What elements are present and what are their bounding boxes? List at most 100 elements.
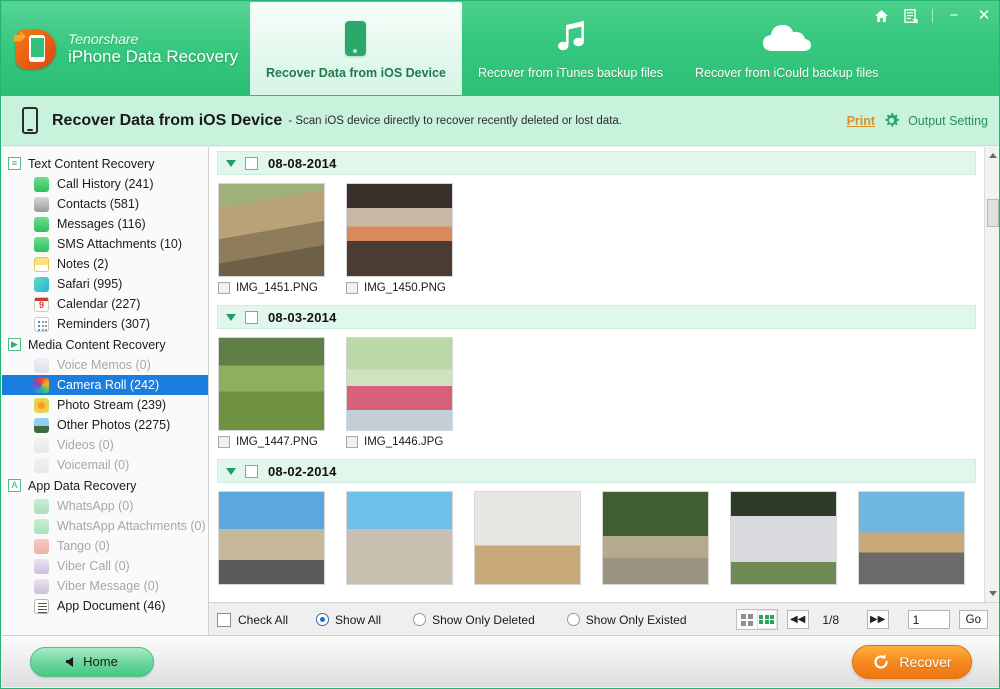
thumbnail-item[interactable]	[602, 491, 709, 585]
gear-icon[interactable]	[883, 112, 900, 129]
thumbnail-item[interactable]	[730, 491, 837, 585]
group-checkbox[interactable]	[245, 310, 258, 324]
sidebar-item-app-document[interactable]: App Document (46)	[2, 596, 208, 616]
thumbnail-image-box[interactable]	[730, 491, 837, 585]
first-page-button[interactable]: ◀◀	[786, 610, 809, 629]
radio-show-all[interactable]: Show All	[316, 613, 381, 627]
list-view-button[interactable]	[737, 610, 757, 629]
sidebar-item-sms-attachments[interactable]: SMS Attachments (10)	[2, 234, 208, 254]
home-icon[interactable]	[872, 7, 890, 25]
date-group-header[interactable]: 08-08-2014	[217, 151, 976, 175]
sidebar-item-label: Photo Stream (239)	[57, 398, 167, 412]
thumbnail-checkbox[interactable]	[346, 436, 358, 448]
thumbnail-item[interactable]: IMG_1447.PNG	[218, 337, 325, 448]
radio-icon[interactable]	[316, 613, 330, 626]
thumbnail-item[interactable]: IMG_1451.PNG	[218, 183, 325, 294]
next-icon: ▶▶	[869, 614, 886, 625]
go-button[interactable]: Go	[958, 610, 988, 629]
group-date-label: 08-03-2014	[268, 309, 337, 325]
date-group-header[interactable]: 08-03-2014	[217, 305, 976, 329]
last-page-button[interactable]: ▶▶	[866, 610, 889, 629]
print-link[interactable]: Print	[847, 114, 875, 128]
scroll-down-button[interactable]	[985, 585, 999, 602]
thumbnail-image-box[interactable]	[218, 337, 325, 431]
minimize-button[interactable]: −	[945, 7, 963, 25]
sidebar-item-label: Call History (241)	[57, 177, 154, 191]
tab-recover-from-itunes-backup[interactable]: Recover from iTunes backup files	[462, 2, 679, 95]
sidebar-item-notes[interactable]: Notes (2)	[2, 254, 208, 274]
sidebar-item-photo-stream[interactable]: Photo Stream (239)	[2, 395, 208, 415]
radio-show-only-existed[interactable]: Show Only Existed	[566, 613, 687, 627]
check-all-checkbox[interactable]	[217, 612, 231, 627]
thumbnail-checkbox[interactable]	[218, 282, 230, 294]
thumbnail-item[interactable]	[346, 491, 453, 585]
calendar-icon	[34, 296, 49, 312]
group-toggle-icon[interactable]: ▶	[8, 338, 21, 351]
group-toggle-icon[interactable]: A	[8, 479, 21, 492]
page-indicator: 1/8	[822, 612, 839, 627]
group-checkbox[interactable]	[245, 156, 258, 170]
group-date-label: 08-02-2014	[268, 463, 337, 479]
sidebar-item-label: Tango (0)	[57, 539, 110, 553]
sidebar-item-contacts[interactable]: Contacts (581)	[2, 194, 208, 214]
thumbnail-item[interactable]: IMG_1446.JPG	[346, 337, 453, 448]
tab-recover-from-ios-device[interactable]: Recover Data from iOS Device	[250, 2, 462, 95]
close-button[interactable]: ✕	[975, 7, 993, 25]
vertical-scrollbar[interactable]	[984, 147, 999, 602]
page-number-input[interactable]	[907, 610, 950, 629]
scrollbar-thumb[interactable]	[987, 199, 999, 227]
sidebar-item-camera-roll[interactable]: Camera Roll (242)	[2, 375, 208, 395]
recover-button[interactable]: Recover	[852, 644, 972, 679]
thumbnail-item[interactable]: IMG_1450.PNG	[346, 183, 453, 294]
radio-icon[interactable]	[413, 613, 427, 626]
photo-thumbnail	[347, 184, 452, 276]
group-checkbox[interactable]	[245, 464, 258, 478]
thumbnail-item[interactable]	[218, 491, 325, 585]
grid-view-button[interactable]	[756, 610, 777, 629]
thumbnail-image-box[interactable]	[218, 491, 325, 585]
group-toggle-icon[interactable]: ≡	[8, 157, 21, 170]
chevron-down-icon[interactable]	[226, 467, 236, 475]
safari-icon	[34, 276, 49, 292]
sidebar-item-safari[interactable]: Safari (995)	[2, 274, 208, 294]
check-all-control[interactable]: Check All	[217, 612, 288, 627]
thumbnail-item[interactable]	[858, 491, 965, 585]
sidebar-item-label: Notes (2)	[57, 257, 109, 271]
prev-icon: ◀◀	[789, 614, 806, 625]
sidebar-item-calendar[interactable]: Calendar (227)	[2, 294, 208, 314]
chevron-down-icon[interactable]	[226, 313, 236, 321]
thumbnail-image-box[interactable]	[346, 491, 453, 585]
photo-thumbnail	[603, 492, 708, 584]
thumbnail-checkbox[interactable]	[218, 436, 230, 448]
tab-recover-from-icloud-backup[interactable]: Recover from iCould backup files	[679, 2, 894, 95]
sidebar-group-text-content-recovery[interactable]: ≡ Text Content Recovery	[2, 153, 208, 174]
date-group-header[interactable]: 08-02-2014	[217, 459, 976, 483]
thumbnail-filename: IMG_1450.PNG	[364, 282, 446, 294]
output-setting-link[interactable]: Output Setting	[908, 114, 988, 128]
sidebar-item-call-history[interactable]: Call History (241)	[2, 174, 208, 194]
feedback-icon[interactable]	[902, 7, 920, 25]
sidebar-item-reminders[interactable]: Reminders (307)	[2, 314, 208, 334]
radio-show-only-deleted[interactable]: Show Only Deleted	[413, 613, 535, 627]
phone-icon	[34, 176, 49, 192]
radio-icon[interactable]	[566, 613, 580, 626]
sidebar-group-media-content-recovery[interactable]: ▶ Media Content Recovery	[2, 334, 208, 355]
home-button[interactable]: Home	[30, 646, 154, 677]
scroll-up-button[interactable]	[985, 147, 999, 164]
sidebar-item-messages[interactable]: Messages (116)	[2, 214, 208, 234]
thumbnail-image-box[interactable]	[602, 491, 709, 585]
chevron-down-icon[interactable]	[226, 159, 236, 167]
thumbnail-image-box[interactable]	[346, 337, 453, 431]
sidebar-item-tango: Tango (0)	[2, 536, 208, 556]
sidebar-item-label: Videos (0)	[57, 438, 114, 452]
thumbnail-checkbox[interactable]	[346, 282, 358, 294]
thumbnail-item[interactable]	[474, 491, 581, 585]
thumbnail-image-box[interactable]	[346, 183, 453, 277]
thumbnail-image-box[interactable]	[218, 183, 325, 277]
sidebar-item-other-photos[interactable]: Other Photos (2275)	[2, 415, 208, 435]
sidebar-group-app-data-recovery[interactable]: A App Data Recovery	[2, 475, 208, 496]
thumbnail-image-box[interactable]	[474, 491, 581, 585]
thumbnail-image-box[interactable]	[858, 491, 965, 585]
